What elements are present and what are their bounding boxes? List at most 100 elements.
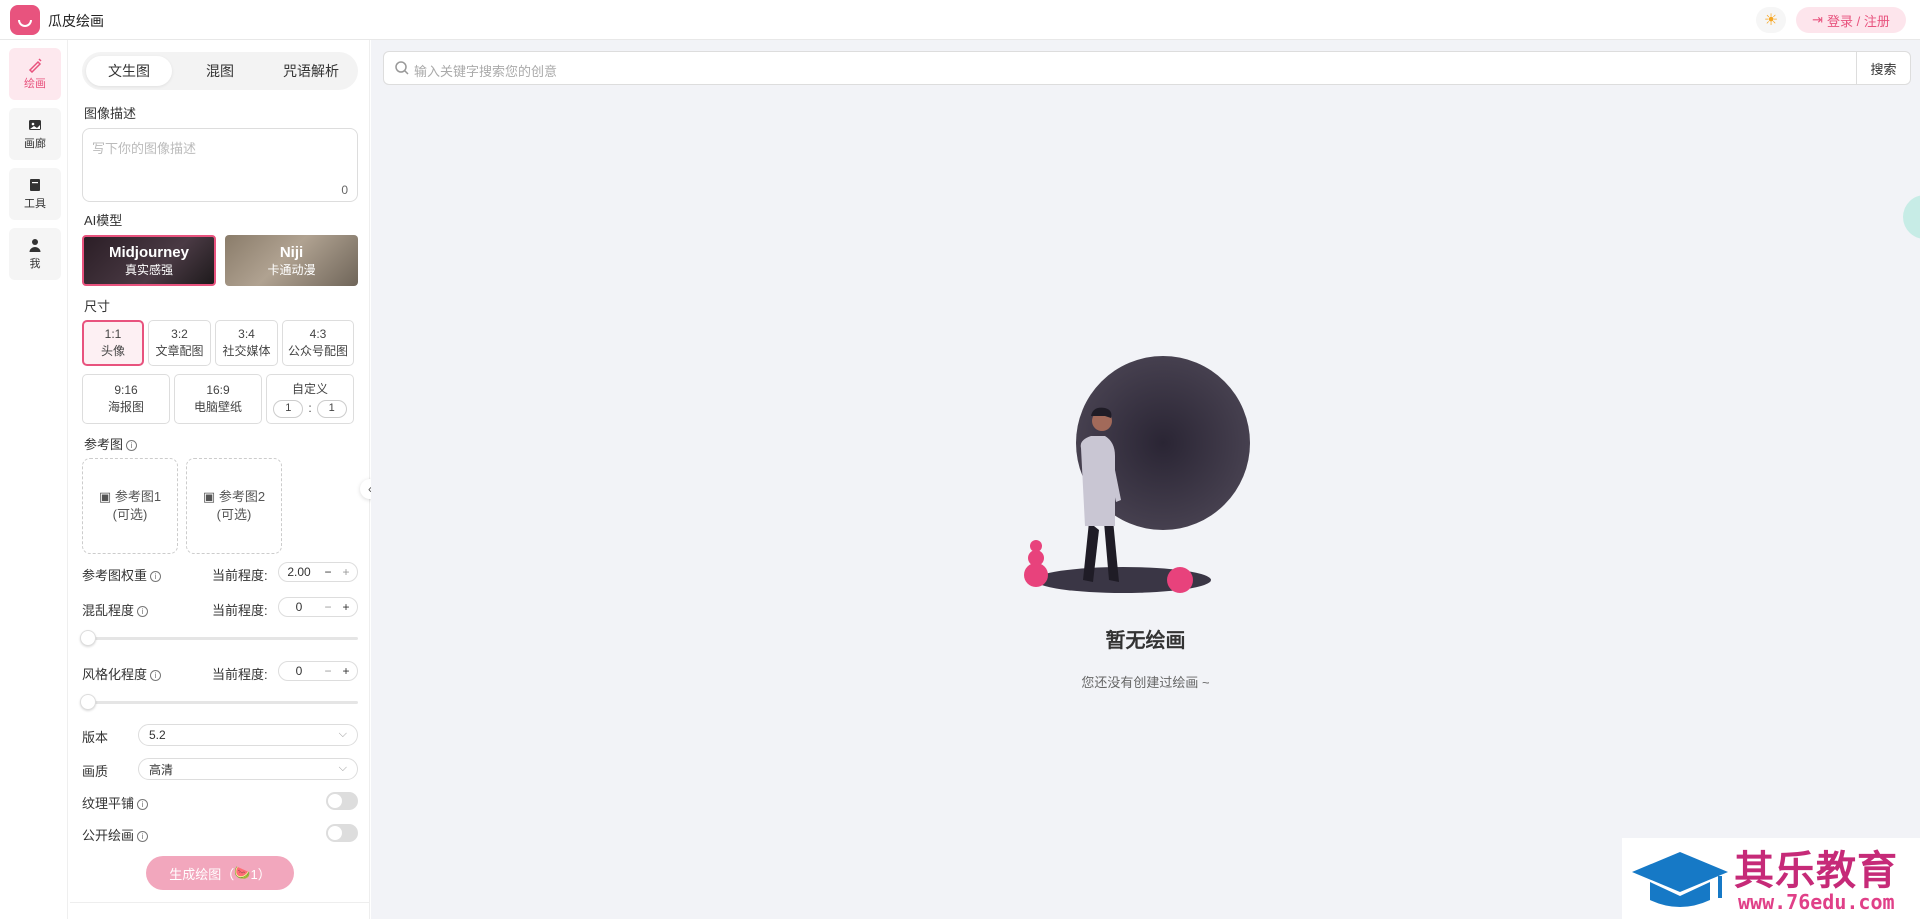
nav-item-me[interactable]: 我 — [9, 228, 61, 280]
prompt-label: 图像描述 — [84, 106, 137, 121]
book-icon — [30, 179, 40, 191]
reference-item-label: 参考图2 — [218, 489, 266, 504]
model-desc: 卡通动漫 — [267, 262, 316, 277]
graduation-cap-icon — [1632, 852, 1728, 907]
model-name: Midjourney — [108, 243, 189, 261]
stylize-stepper[interactable]: 0 − + — [278, 661, 358, 681]
info-icon[interactable]: i — [137, 606, 149, 618]
decrement-button[interactable]: − — [319, 600, 337, 614]
model-label: AI模型 — [84, 213, 123, 228]
watermark-url: www.76edu.com — [1738, 890, 1895, 914]
size-option-4-3[interactable]: 4:3 公众号配图 — [282, 320, 354, 366]
decrement-button[interactable]: − — [319, 664, 337, 678]
version-select[interactable]: 5.2 ⌵ — [138, 724, 358, 746]
slider-handle[interactable] — [80, 630, 96, 646]
size-option-9-16[interactable]: 9:16 海报图 — [82, 374, 170, 424]
size-ratio: 3:4 — [238, 327, 255, 341]
current-level-label: 当前程度: — [212, 667, 268, 682]
gallery-icon — [29, 120, 41, 130]
tile-label: 纹理平铺 i — [82, 793, 149, 812]
reference-item: ▣ 参考图1 — [99, 488, 161, 506]
chaos-slider[interactable] — [80, 630, 358, 646]
reference-upload-1[interactable]: ▣ 参考图1 (可选) — [82, 458, 178, 554]
reference-item-sub: (可选) — [216, 507, 252, 522]
brush-icon — [28, 58, 42, 73]
stylize-slider[interactable] — [80, 694, 358, 710]
theme-toggle-button[interactable]: ☀ — [1756, 7, 1786, 33]
stepper-value: 0 — [295, 664, 303, 678]
size-option-3-4[interactable]: 3:4 社交媒体 — [215, 320, 278, 366]
chevron-down-icon: ⌵ — [338, 762, 347, 774]
watermark-title: 其乐教育 — [1734, 848, 1898, 894]
custom-separator: : — [308, 401, 312, 415]
info-icon[interactable]: i — [137, 799, 149, 811]
info-icon[interactable]: i — [150, 670, 162, 682]
nav-label: 工具 — [24, 198, 46, 210]
left-nav: 绘画 画廊 工具 我 — [0, 40, 68, 919]
info-icon[interactable]: i — [137, 831, 149, 843]
stylize-label: 风格化程度 i — [82, 664, 162, 683]
user-icon — [29, 239, 41, 252]
app-logo[interactable] — [10, 5, 40, 35]
nav-label: 我 — [29, 258, 41, 270]
generate-label: 生成绘图（ — [169, 866, 235, 882]
info-icon[interactable]: i — [126, 440, 138, 452]
increment-button[interactable]: + — [337, 664, 355, 678]
tab-describe[interactable]: 咒语解析 — [268, 56, 354, 86]
nav-item-draw[interactable]: 绘画 — [9, 48, 61, 100]
stepper-value: 0 — [295, 600, 303, 614]
model-niji[interactable]: Niji 卡通动漫 — [225, 235, 358, 286]
info-icon[interactable]: i — [150, 571, 162, 583]
quality-select[interactable]: 高清 ⌵ — [138, 758, 358, 780]
size-option-1-1[interactable]: 1:1 头像 — [82, 320, 144, 366]
side-float-button[interactable] — [1903, 195, 1920, 239]
chaos-stepper[interactable]: 0 − + — [278, 597, 358, 617]
sun-icon: ☀ — [1763, 12, 1779, 29]
quality-value: 高清 — [149, 762, 174, 777]
control-panel: 文生图 混图 咒语解析 图像描述 写下你的图像描述 0 AI模型 Midjour… — [70, 40, 370, 919]
model-midjourney[interactable]: Midjourney 真实感强 — [82, 235, 216, 286]
ref-weight-label: 参考图权重 i — [82, 565, 162, 584]
reference-item: ▣ 参考图2 — [203, 488, 265, 506]
main-area: 输入关键字搜索您的创意 搜索 暂无绘画 您还没有创建过绘画 ~ — [371, 40, 1920, 919]
size-label: 尺寸 — [84, 299, 111, 314]
size-option-custom[interactable]: 自定义 1 : 1 — [266, 374, 354, 424]
nav-label: 绘画 — [24, 78, 46, 90]
divider — [70, 902, 370, 903]
tile-toggle[interactable] — [326, 792, 358, 810]
stepper-value: 2.00 — [287, 565, 311, 579]
custom-height-input[interactable]: 1 — [316, 399, 347, 418]
search-button[interactable]: 搜索 — [1856, 52, 1910, 84]
chaos-label-text: 混乱程度 — [82, 603, 135, 618]
tile-label-text: 纹理平铺 — [82, 796, 135, 811]
tab-blend[interactable]: 混图 — [177, 56, 263, 86]
image-icon: ▣ — [202, 489, 216, 504]
increment-button[interactable]: + — [337, 565, 355, 579]
slider-handle[interactable] — [80, 694, 96, 710]
size-option-16-9[interactable]: 16:9 电脑壁纸 — [174, 374, 262, 424]
size-option-3-2[interactable]: 3:2 文章配图 — [148, 320, 211, 366]
tab-text-to-image[interactable]: 文生图 — [86, 56, 172, 86]
size-ratio: 1:1 — [104, 327, 122, 341]
login-register-button[interactable]: ⇥ 登录 / 注册 — [1796, 7, 1906, 33]
size-desc: 公众号配图 — [287, 344, 348, 358]
size-desc: 文章配图 — [155, 344, 204, 358]
empty-state-title: 暂无绘画 — [1105, 630, 1186, 652]
generate-button[interactable]: 生成绘图（ 🍉 1） — [146, 856, 294, 890]
search-input[interactable]: 输入关键字搜索您的创意 — [414, 61, 557, 80]
public-toggle[interactable] — [326, 824, 358, 842]
size-desc: 电脑壁纸 — [193, 400, 242, 414]
ref-weight-stepper[interactable]: 2.00 − + — [278, 562, 358, 582]
image-icon: ▣ — [98, 489, 112, 504]
custom-width-input[interactable]: 1 — [273, 399, 304, 418]
reference-upload-2[interactable]: ▣ 参考图2 (可选) — [186, 458, 282, 554]
prompt-textarea[interactable]: 写下你的图像描述 0 — [82, 128, 358, 202]
version-value: 5.2 — [149, 728, 166, 742]
increment-button[interactable]: + — [337, 600, 355, 614]
nav-item-gallery[interactable]: 画廊 — [9, 108, 61, 160]
login-icon: ⇥ — [1812, 12, 1824, 27]
nav-item-tools[interactable]: 工具 — [9, 168, 61, 220]
decrement-button[interactable]: − — [319, 565, 337, 579]
version-label: 版本 — [82, 730, 109, 745]
watermelon-icon: 🍉 — [234, 865, 251, 880]
